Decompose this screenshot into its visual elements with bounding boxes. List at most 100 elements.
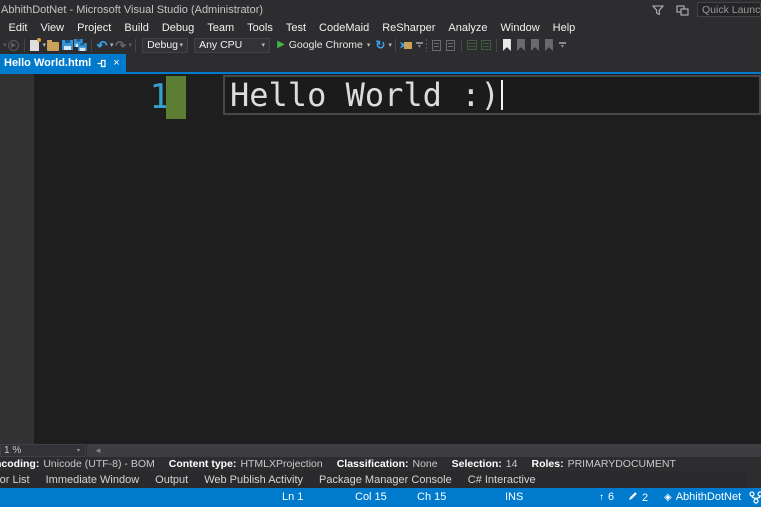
pending-edits-indicator[interactable]: 2 (628, 491, 648, 504)
current-line-highlight[interactable]: Hello World :) (223, 75, 761, 115)
repo-diamond-icon: ◈ (664, 492, 672, 503)
menu-item-codemaid[interactable]: CodeMaid (313, 22, 376, 34)
bottom-panel-tabs: Error List Immediate Window Output Web P… (0, 471, 746, 488)
text-caret (501, 80, 503, 110)
menu-item-help[interactable]: Help (546, 22, 582, 34)
toolbar-separator (461, 39, 462, 52)
status-line: Ln 1 (282, 491, 303, 503)
status-column: Col 15 (355, 491, 387, 503)
tab-error-list[interactable]: Error List (0, 474, 30, 486)
code-editor[interactable]: 1 Hello World :) (0, 72, 761, 444)
tab-output[interactable]: Output (155, 474, 188, 486)
undo-icon[interactable]: ↶ (95, 37, 109, 53)
menu-item-test[interactable]: Test (279, 22, 312, 34)
tab-hello-world-html[interactable]: Hello World.html × (0, 54, 126, 72)
menu-item-team[interactable]: Team (201, 22, 241, 34)
visual-studio-window: AbhithDotNet - Microsoft Visual Studio (… (0, 0, 761, 507)
toolbar-separator (24, 39, 25, 52)
save-all-icon[interactable] (74, 37, 88, 53)
solution-platform-combo[interactable]: Any CPU▾ (194, 38, 270, 53)
increase-indent-icon[interactable] (479, 37, 493, 53)
toolbar-separator (135, 39, 136, 52)
start-debug-target-label: Google Chrome (289, 39, 363, 51)
editor-bottom-chrome: 1 % ▾ ◄ (0, 444, 761, 457)
menu-item-build[interactable]: Build (118, 22, 155, 34)
clear-bookmarks-icon[interactable] (542, 37, 556, 53)
chevron-down-icon: ▾ (77, 447, 80, 454)
tab-label: Hello World.html (4, 57, 91, 69)
close-icon[interactable]: × (113, 58, 119, 69)
browser-link-caret-icon[interactable]: ▾ (388, 41, 392, 49)
attach-to-process-icon[interactable]: ➤ (399, 37, 413, 53)
status-bar: Ln 1 Col 15 Ch 15 INS ↑6 2 ◈AbhithDotNet (0, 488, 761, 507)
menu-item-window[interactable]: Window (494, 22, 546, 34)
status-insert-mode: INS (505, 491, 523, 503)
browser-link-refresh-icon[interactable]: ↻ (373, 37, 387, 53)
redo-caret-icon[interactable]: ▾ (129, 41, 133, 49)
toolbar-separator (426, 39, 427, 52)
chevron-down-icon: ▾ (180, 41, 184, 49)
classification-info: Classification: None (337, 458, 438, 470)
window-title: AbhithDotNet - Microsoft Visual Studio (… (1, 4, 263, 16)
arrow-up-icon: ↑ (599, 492, 604, 503)
quick-launch-box[interactable]: Quick Launch (Ctrl+Q) (697, 2, 761, 17)
pin-icon[interactable] (97, 59, 107, 68)
toolbar-separator (91, 39, 92, 52)
previous-bookmark-icon[interactable] (514, 37, 528, 53)
toolbar-separator (395, 39, 396, 52)
chevron-down-icon: ▾ (367, 41, 371, 49)
branch-icon[interactable] (749, 491, 761, 507)
selection-info: Selection: 14 (452, 458, 518, 470)
tab-package-manager-console[interactable]: Package Manager Console (319, 474, 452, 486)
editor-zoom-combo[interactable]: 1 % ▾ (0, 444, 86, 457)
repository-indicator[interactable]: ◈AbhithDotNet (664, 491, 741, 503)
menu-bar: Edit View Project Build Debug Team Tools… (0, 20, 761, 36)
solution-configuration-combo[interactable]: Debug▾ (142, 38, 188, 53)
code-text: Hello World :) (225, 76, 500, 114)
tab-csharp-interactive[interactable]: C# Interactive (468, 474, 536, 486)
scroll-left-arrow-icon[interactable]: ◄ (94, 446, 102, 455)
chevron-down-icon: ▾ (262, 41, 266, 49)
editor-indicator-margin (0, 74, 34, 444)
status-character: Ch 15 (417, 491, 446, 503)
document-info-bar: Encoding: Unicode (UTF-8) - BOM Content … (0, 457, 749, 471)
toolbar-overflow-icon[interactable]: ▾ (416, 42, 423, 49)
encoding-info: Encoding: Unicode (UTF-8) - BOM (0, 458, 155, 470)
start-debugging-button[interactable]: ▶ Google Chrome ▾ (277, 37, 370, 53)
open-file-icon[interactable] (46, 37, 60, 53)
menu-item-view[interactable]: View (34, 22, 71, 34)
editor-zoom-value: 1 % (4, 445, 21, 456)
menu-item-edit[interactable]: Edit (2, 22, 34, 34)
menu-item-debug[interactable]: Debug (155, 22, 200, 34)
decrease-indent-icon[interactable] (465, 37, 479, 53)
toolbar-overflow-icon[interactable]: ▾ (559, 42, 566, 49)
navigate-forward-icon[interactable]: ▶ (7, 37, 21, 53)
uncomment-lines-icon[interactable] (444, 37, 458, 53)
roles-info: Roles: PRIMARYDOCUMENT (531, 458, 675, 470)
pencil-icon (628, 493, 638, 504)
notifications-icon[interactable] (650, 3, 666, 17)
toggle-bookmark-icon[interactable] (500, 37, 514, 53)
menu-item-tools[interactable]: Tools (241, 22, 280, 34)
next-bookmark-icon[interactable] (528, 37, 542, 53)
menu-item-project[interactable]: Project (71, 22, 118, 34)
tab-web-publish-activity[interactable]: Web Publish Activity (204, 474, 303, 486)
content-type-info: Content type: HTMLXProjection (169, 458, 323, 470)
redo-icon[interactable]: ↷ (114, 37, 128, 53)
play-icon: ▶ (277, 40, 285, 50)
tab-immediate-window[interactable]: Immediate Window (46, 474, 140, 486)
save-icon[interactable] (60, 37, 74, 53)
toolbar-separator (496, 39, 497, 52)
saved-change-tracking-bar (166, 76, 186, 119)
unpushed-commits-indicator[interactable]: ↑6 (599, 491, 614, 503)
horizontal-scrollbar[interactable]: ◄ (87, 444, 761, 457)
comment-lines-icon[interactable] (430, 37, 444, 53)
feedback-icon[interactable] (674, 3, 690, 17)
standard-toolbar: ▾ ▶ ▾ ↶ ▾ ↷ ▾ Debug▾ Any CPU▾ ▶ Google C… (0, 36, 761, 54)
title-bar: AbhithDotNet - Microsoft Visual Studio (… (0, 0, 761, 20)
document-tab-strip: Hello World.html × (0, 54, 761, 72)
menu-item-analyze[interactable]: Analyze (442, 22, 494, 34)
new-file-icon[interactable] (28, 37, 42, 53)
quick-launch-placeholder: Quick Launch (Ctrl+Q) (698, 4, 761, 16)
menu-item-resharper[interactable]: ReSharper (376, 22, 442, 34)
